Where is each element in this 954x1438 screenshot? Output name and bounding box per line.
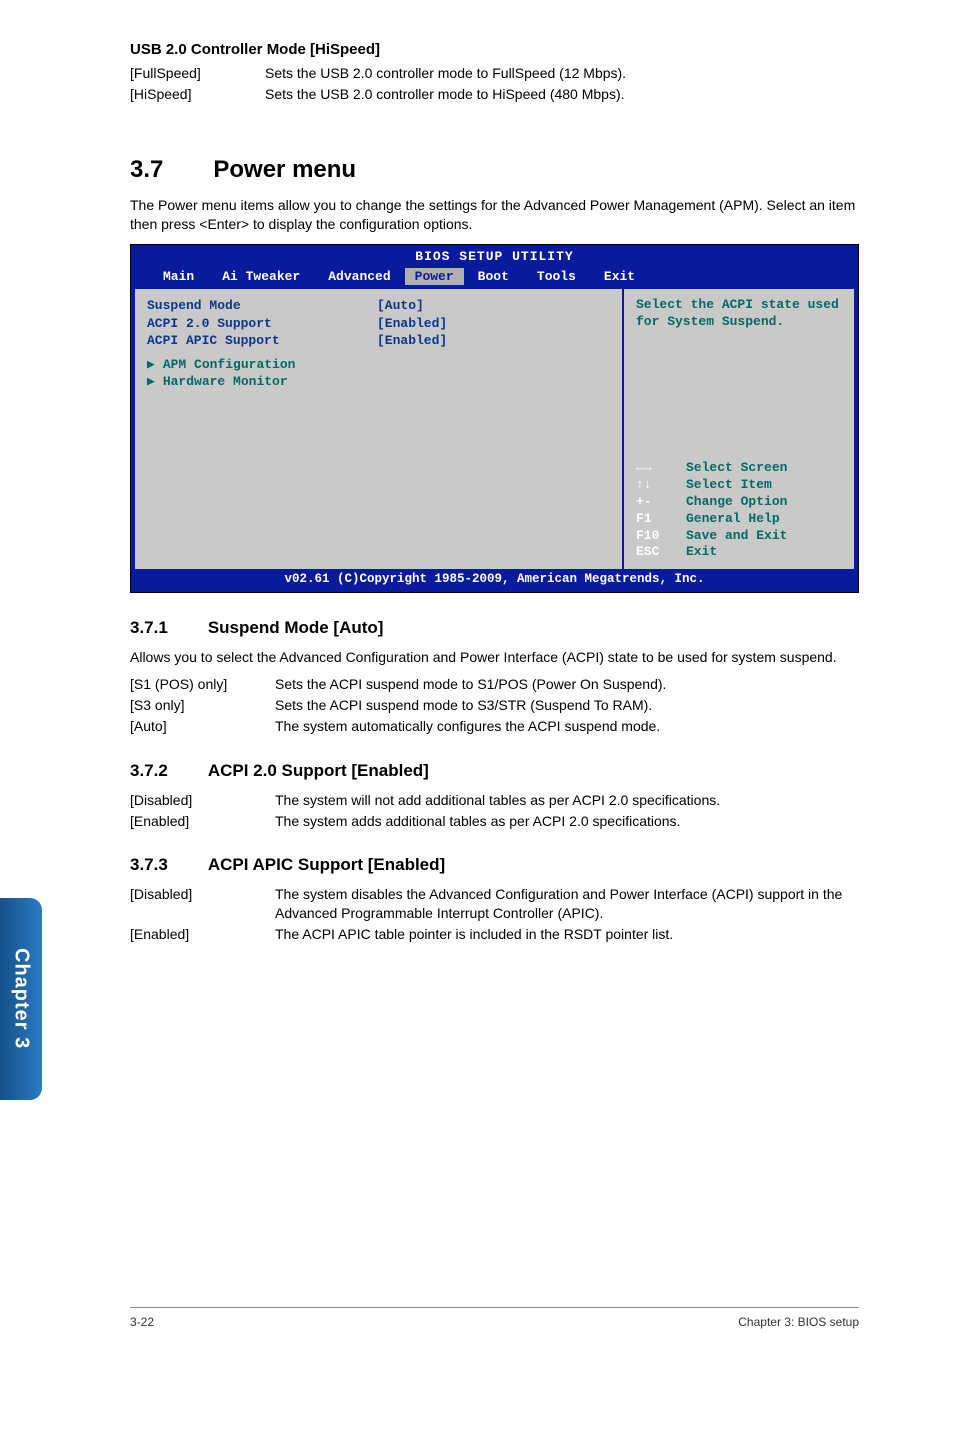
s371-key-1: [S3 only] xyxy=(130,696,275,715)
s371-key-2: [Auto] xyxy=(130,717,275,736)
bios-setting-value: [Enabled] xyxy=(377,332,447,350)
bios-menu-advanced[interactable]: Advanced xyxy=(314,268,404,286)
bios-menu: Main Ai Tweaker Advanced Power Boot Tool… xyxy=(131,266,858,290)
subsection-372-title: 3.7.2 ACPI 2.0 Support [Enabled] xyxy=(130,760,859,783)
subsection-name: Suspend Mode [Auto] xyxy=(208,618,384,637)
section-num: 3.7 xyxy=(130,156,163,183)
bios-left-pane: Suspend Mode [Auto] ACPI 2.0 Support [En… xyxy=(135,289,624,569)
bios-setting-label: ACPI 2.0 Support xyxy=(147,315,377,333)
subsection-371-title: 3.7.1 Suspend Mode [Auto] xyxy=(130,617,859,640)
bios-key: F10 xyxy=(636,528,686,545)
usb-row: [FullSpeed] Sets the USB 2.0 controller … xyxy=(130,64,859,83)
subsection-num: 3.7.1 xyxy=(130,618,168,637)
section-name: Power menu xyxy=(213,156,356,183)
bios-key: +- xyxy=(636,494,686,511)
s371-key-0: [S1 (POS) only] xyxy=(130,675,275,694)
bios-help-text: Select the ACPI state used for System Su… xyxy=(636,297,842,331)
bios-screen: BIOS SETUP UTILITY Main Ai Tweaker Advan… xyxy=(130,244,859,593)
bios-right-pane: Select the ACPI state used for System Su… xyxy=(624,289,854,569)
s371-row: [S1 (POS) only] Sets the ACPI suspend mo… xyxy=(130,675,859,694)
bios-setting-label: Suspend Mode xyxy=(147,297,377,315)
bios-setting-row[interactable]: ACPI 2.0 Support [Enabled] xyxy=(147,315,610,333)
bios-setting-row[interactable]: Suspend Mode [Auto] xyxy=(147,297,610,315)
s373-val-1: The ACPI APIC table pointer is included … xyxy=(275,925,859,944)
subsection-num: 3.7.3 xyxy=(130,855,168,874)
s371-intro: Allows you to select the Advanced Config… xyxy=(130,648,859,667)
usb-row: [HiSpeed] Sets the USB 2.0 controller mo… xyxy=(130,85,859,104)
s371-val-1: Sets the ACPI suspend mode to S3/STR (Su… xyxy=(275,696,859,715)
triangle-icon: ▶ xyxy=(147,374,155,389)
bios-key: F1 xyxy=(636,511,686,528)
bios-menu-exit[interactable]: Exit xyxy=(590,268,649,286)
s371-row: [Auto] The system automatically configur… xyxy=(130,717,859,736)
s372-row: [Enabled] The system adds additional tab… xyxy=(130,812,859,831)
usb-key-0: [FullSpeed] xyxy=(130,64,265,83)
bios-menu-power[interactable]: Power xyxy=(405,268,464,286)
bios-setting-row[interactable]: ACPI APIC Support [Enabled] xyxy=(147,332,610,350)
bios-menu-tools[interactable]: Tools xyxy=(523,268,590,286)
usb-heading: USB 2.0 Controller Mode [HiSpeed] xyxy=(130,40,859,60)
triangle-icon: ▶ xyxy=(147,357,155,372)
bios-key-desc: Select Item xyxy=(686,477,772,494)
bios-menu-main[interactable]: Main xyxy=(149,268,208,286)
s373-row: [Disabled] The system disables the Advan… xyxy=(130,885,859,923)
bios-submenu-apm[interactable]: ▶APM Configuration xyxy=(147,356,610,374)
s372-key-1: [Enabled] xyxy=(130,812,275,831)
bios-key: ←→ xyxy=(636,460,686,477)
bios-menu-aitweaker[interactable]: Ai Tweaker xyxy=(208,268,314,286)
footer-right: Chapter 3: BIOS setup xyxy=(738,1314,859,1330)
s373-val-0: The system disables the Advanced Configu… xyxy=(275,885,859,923)
bios-footer: v02.61 (C)Copyright 1985-2009, American … xyxy=(131,569,858,592)
subsection-num: 3.7.2 xyxy=(130,761,168,780)
s371-row: [S3 only] Sets the ACPI suspend mode to … xyxy=(130,696,859,715)
bios-key-legend: ←→Select Screen ↑↓Select Item +-Change O… xyxy=(636,460,842,561)
s373-key-1: [Enabled] xyxy=(130,925,275,944)
bios-key: ESC xyxy=(636,544,686,561)
page-footer: 3-22 Chapter 3: BIOS setup xyxy=(130,1307,859,1330)
bios-setting-label: ACPI APIC Support xyxy=(147,332,377,350)
bios-title: BIOS SETUP UTILITY xyxy=(131,245,858,266)
footer-left: 3-22 xyxy=(130,1314,154,1330)
s373-key-0: [Disabled] xyxy=(130,885,275,923)
bios-key: ↑↓ xyxy=(636,477,686,494)
section-intro: The Power menu items allow you to change… xyxy=(130,196,859,234)
bios-setting-value: [Enabled] xyxy=(377,315,447,333)
usb-val-1: Sets the USB 2.0 controller mode to HiSp… xyxy=(265,85,859,104)
s371-val-2: The system automatically configures the … xyxy=(275,717,859,736)
subsection-373-title: 3.7.3 ACPI APIC Support [Enabled] xyxy=(130,854,859,877)
bios-setting-value: [Auto] xyxy=(377,297,424,315)
bios-menu-boot[interactable]: Boot xyxy=(464,268,523,286)
bios-key-desc: Select Screen xyxy=(686,460,787,477)
bios-key-desc: Exit xyxy=(686,544,717,561)
bios-submenu-hwmonitor[interactable]: ▶Hardware Monitor xyxy=(147,373,610,391)
s371-val-0: Sets the ACPI suspend mode to S1/POS (Po… xyxy=(275,675,859,694)
subsection-name: ACPI 2.0 Support [Enabled] xyxy=(208,761,429,780)
subsection-name: ACPI APIC Support [Enabled] xyxy=(208,855,445,874)
s372-key-0: [Disabled] xyxy=(130,791,275,810)
usb-val-0: Sets the USB 2.0 controller mode to Full… xyxy=(265,64,859,83)
s372-val-0: The system will not add additional table… xyxy=(275,791,859,810)
bios-key-desc: General Help xyxy=(686,511,780,528)
section-title: 3.7 Power menu xyxy=(130,154,859,186)
s372-row: [Disabled] The system will not add addit… xyxy=(130,791,859,810)
s373-row: [Enabled] The ACPI APIC table pointer is… xyxy=(130,925,859,944)
usb-key-1: [HiSpeed] xyxy=(130,85,265,104)
bios-key-desc: Change Option xyxy=(686,494,787,511)
s372-val-1: The system adds additional tables as per… xyxy=(275,812,859,831)
bios-key-desc: Save and Exit xyxy=(686,528,787,545)
